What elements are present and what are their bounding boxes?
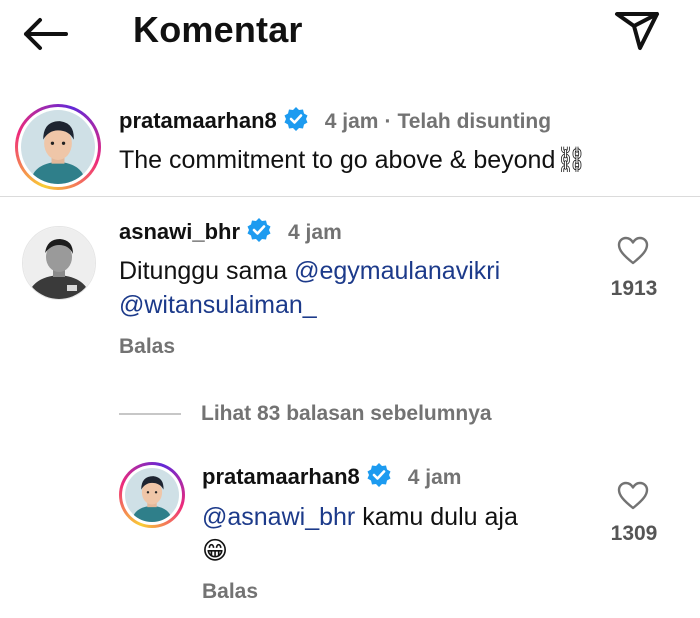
mention-link[interactable]: @witansulaiman_	[119, 291, 317, 319]
avatar-image	[21, 110, 95, 184]
page-title: Komentar	[133, 9, 303, 50]
comment-username[interactable]: asnawi_bhr	[119, 219, 240, 244]
comment-text: Ditunggu sama @egymaulanavikri @witansula…	[119, 254, 589, 322]
edited-label: Telah disunting	[397, 110, 552, 133]
like-button[interactable]	[617, 236, 649, 271]
like-button[interactable]	[617, 481, 649, 516]
grin-emoji: 😁	[202, 537, 229, 565]
like-count: 1309	[610, 522, 658, 545]
verified-badge-icon	[247, 218, 271, 242]
caption-username[interactable]: pratamaarhan8	[119, 108, 277, 133]
caption-avatar[interactable]	[15, 104, 101, 190]
heart-icon	[617, 481, 649, 510]
reply-text-plain: kamu dulu aja	[355, 503, 518, 531]
avatar-image	[125, 468, 179, 522]
reply-avatar[interactable]	[119, 462, 185, 528]
comment-time: 4 jam	[288, 221, 342, 244]
reply-time: 4 jam	[407, 466, 462, 489]
mention-link[interactable]: @asnawi_bhr	[202, 503, 355, 531]
arrow-left-icon	[24, 18, 68, 50]
avatar-image	[23, 227, 95, 299]
caption-text: The commitment to go above & beyond⛓	[119, 146, 588, 174]
like-count: 1913	[610, 277, 658, 300]
reply-username[interactable]: pratamaarhan8	[202, 464, 360, 489]
share-button[interactable]	[612, 8, 662, 52]
back-button[interactable]	[20, 14, 70, 54]
verified-badge-icon	[367, 463, 391, 487]
comment-text-plain: Ditunggu sama	[119, 257, 295, 285]
comment-avatar[interactable]	[22, 226, 96, 300]
view-replies-link[interactable]: Lihat 83 balasan sebelumnya	[201, 402, 492, 426]
reply-text: @asnawi_bhr kamu dulu aja 😁	[202, 500, 592, 568]
verified-badge-icon	[284, 107, 308, 131]
caption-divider	[0, 196, 700, 197]
replies-line	[119, 413, 181, 415]
reply-button[interactable]: Balas	[202, 580, 258, 604]
heart-icon	[617, 236, 649, 265]
paper-plane-icon	[615, 12, 659, 50]
reply-button[interactable]: Balas	[119, 335, 175, 359]
meta-separator: ·	[384, 110, 392, 133]
mention-link[interactable]: @egymaulanavikri	[294, 257, 500, 285]
caption-time: 4 jam	[324, 110, 379, 133]
